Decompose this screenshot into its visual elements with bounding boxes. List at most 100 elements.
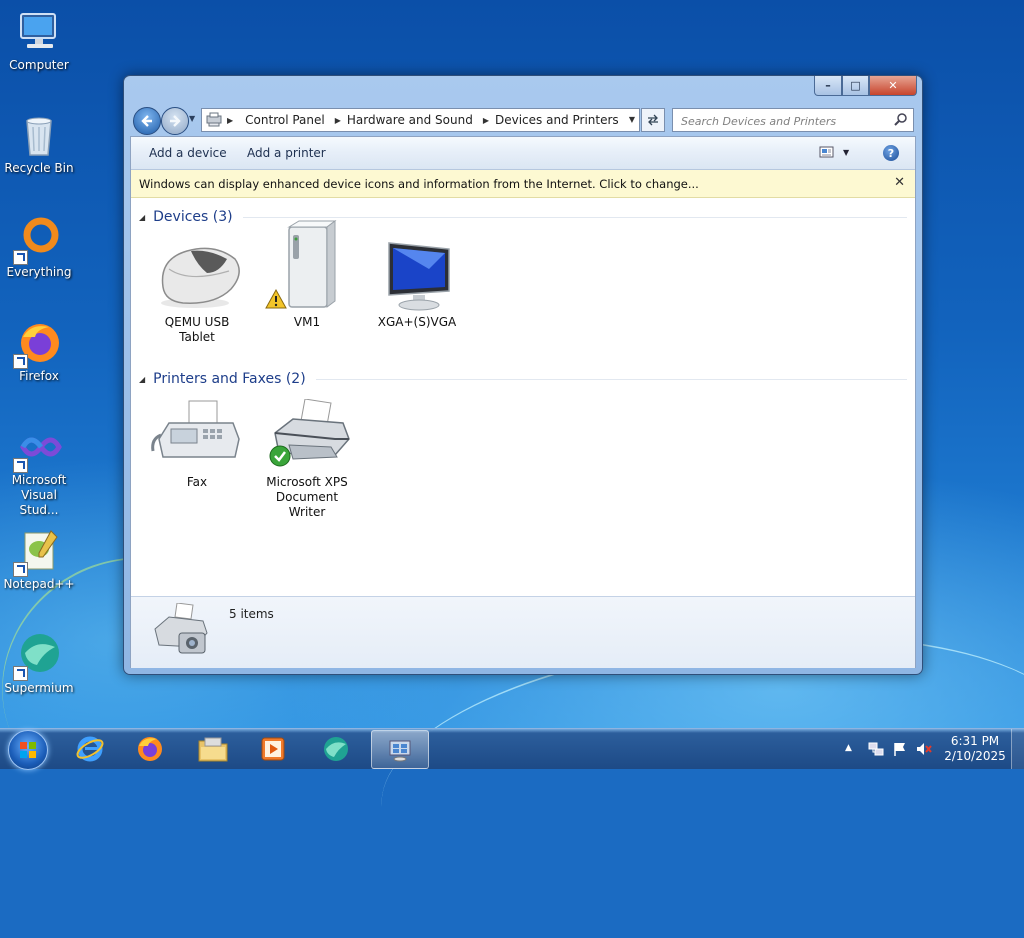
mouse-icon <box>149 239 245 311</box>
device-microsoft-xps-document-writer[interactable]: Microsoft XPS Document Writer <box>253 398 361 520</box>
everything-icon <box>13 215 63 265</box>
device-vm1[interactable]: VM1 <box>253 220 361 330</box>
address-bar[interactable]: ▶ Control Panel ▶ Hardware and Sound ▶ D… <box>201 108 640 132</box>
device-qemu-usb-tablet[interactable]: QEMU USB Tablet <box>143 239 251 345</box>
back-button[interactable] <box>133 107 161 135</box>
breadcrumb-hardware-and-sound[interactable]: Hardware and Sound <box>347 113 473 127</box>
desktop-icon-label: Firefox <box>19 369 59 383</box>
desktop-icon-everything[interactable]: Everything <box>2 215 76 280</box>
shortcut-arrow-icon <box>13 250 28 265</box>
refresh-button[interactable] <box>641 108 665 132</box>
details-pane: 5 items <box>131 596 915 668</box>
visual-studio-icon <box>13 423 63 473</box>
desktop-icon-label: Recycle Bin <box>4 161 74 175</box>
notepad-plus-plus-icon <box>13 527 63 577</box>
clock-date: 2/10/2025 <box>944 749 1006 763</box>
desktop-icon-notepad-plus-plus[interactable]: Notepad++ <box>2 527 76 592</box>
taskbar-file-explorer[interactable] <box>185 730 241 767</box>
help-button[interactable]: ? <box>883 145 899 161</box>
desktop-icon-firefox[interactable]: Firefox <box>2 319 76 384</box>
collapse-triangle-icon[interactable]: ◢ <box>139 375 145 384</box>
breadcrumb-control-panel[interactable]: Control Panel <box>245 113 325 127</box>
taskbar: ▲ 6:31 PM 2/10/2025 <box>0 728 1024 770</box>
breadcrumb-label: Control Panel <box>245 113 325 127</box>
address-dropdown-icon[interactable]: ▼ <box>629 115 635 124</box>
taskbar-internet-explorer[interactable] <box>62 730 118 767</box>
recycle-bin-icon <box>15 111 63 159</box>
search-input[interactable] <box>679 111 883 131</box>
taskbar-supermium[interactable] <box>308 730 364 767</box>
show-desktop-button[interactable] <box>1011 729 1024 769</box>
device-label: QEMU USB Tablet <box>164 315 230 344</box>
supermium-icon <box>324 736 348 761</box>
device-xga-svga[interactable]: XGA+(S)VGA <box>363 239 471 330</box>
clock-time: 6:31 PM <box>950 734 1000 748</box>
monitor-icon <box>369 239 465 311</box>
search-box[interactable] <box>672 108 914 132</box>
desktop-icon-supermium[interactable]: Supermium <box>2 631 76 696</box>
caption-buttons: – □ ✕ <box>814 76 917 96</box>
taskbar-devices-and-printers[interactable] <box>371 730 429 769</box>
devices-and-printers-icon <box>389 740 411 761</box>
change-view-button[interactable]: ▼ <box>819 145 849 159</box>
group-title: Printers and Faxes (2) <box>153 371 306 387</box>
navigation-bar: ▼ ▶ Control Panel ▶ Hardware and Sound ▶… <box>131 106 915 135</box>
collapse-triangle-icon[interactable]: ◢ <box>139 213 145 222</box>
shortcut-arrow-icon <box>13 354 28 369</box>
clock[interactable]: 6:31 PM 2/10/2025 <box>940 734 1010 764</box>
view-dropdown-icon[interactable]: ▼ <box>843 148 849 157</box>
desktop-icon-label: Computer <box>9 58 69 72</box>
devices-and-printers-icon <box>206 112 222 127</box>
warning-icon <box>265 288 287 313</box>
group-divider <box>315 378 907 380</box>
info-bar-close-button[interactable]: ✕ <box>894 175 905 190</box>
action-center-flag-icon[interactable] <box>892 741 908 757</box>
close-button[interactable]: ✕ <box>869 76 917 96</box>
printer-icon <box>259 398 355 471</box>
device-fax[interactable]: Fax <box>143 399 251 490</box>
firefox-icon <box>138 736 162 761</box>
breadcrumb-separator[interactable]: ▶ <box>483 116 495 125</box>
taskbar-media-player[interactable] <box>245 730 301 767</box>
desktop-icon-visual-studio[interactable]: Microsoft Visual Stud... <box>2 423 76 518</box>
network-icon[interactable] <box>868 741 884 757</box>
add-device-button[interactable]: Add a device <box>149 146 227 160</box>
file-explorer-icon <box>198 737 228 761</box>
desktop-icon-label: Notepad++ <box>3 577 75 591</box>
computer-icon <box>15 8 63 56</box>
breadcrumb-separator[interactable]: ▶ <box>335 116 347 125</box>
devices-and-printers-window: – □ ✕ ▼ ▶ Control Panel ▶ Hardware and S… <box>123 75 923 675</box>
breadcrumb-label: Devices and Printers <box>494 113 619 127</box>
taskbar-firefox[interactable] <box>122 730 178 767</box>
volume-muted-icon[interactable] <box>916 741 932 757</box>
group-header-devices[interactable]: ◢ Devices (3) <box>139 207 907 227</box>
desktop-icon-label: Microsoft Visual Stud... <box>11 473 67 517</box>
command-bar: Add a device Add a printer ▼ ? <box>131 137 915 170</box>
info-bar-text[interactable]: Windows can display enhanced device icon… <box>139 177 699 191</box>
group-divider <box>242 216 907 218</box>
desktop-icon-label: Everything <box>6 265 72 279</box>
add-printer-button[interactable]: Add a printer <box>247 146 326 160</box>
group-header-printers-and-faxes[interactable]: ◢ Printers and Faxes (2) <box>139 369 907 389</box>
forward-button[interactable] <box>161 107 189 135</box>
show-hidden-icons-button[interactable]: ▲ <box>845 743 861 759</box>
recent-pages-dropdown[interactable]: ▼ <box>189 114 195 123</box>
devices-and-printers-large-icon <box>149 602 213 664</box>
desktop-icon-computer[interactable]: Computer <box>2 8 76 73</box>
breadcrumb-devices-and-printers[interactable]: Devices and Printers <box>495 113 619 127</box>
maximize-button[interactable]: □ <box>842 76 869 96</box>
desktop-icon-label: Supermium <box>4 681 74 695</box>
media-player-icon <box>261 737 285 760</box>
desktop-icon-recycle-bin[interactable]: Recycle Bin <box>2 111 76 176</box>
shortcut-arrow-icon <box>13 458 28 473</box>
windows-logo-icon <box>20 742 36 758</box>
breadcrumb-separator[interactable]: ▶ <box>227 116 239 125</box>
start-button[interactable] <box>8 730 48 770</box>
info-bar[interactable]: Windows can display enhanced device icon… <box>131 170 915 198</box>
search-icon[interactable] <box>894 112 908 126</box>
default-printer-check-icon <box>269 445 291 471</box>
content-pane: Add a device Add a printer ▼ ? Windows c… <box>130 136 916 668</box>
notification-area: ▲ 6:31 PM 2/10/2025 <box>840 729 1024 769</box>
firefox-icon <box>13 319 63 369</box>
minimize-button[interactable]: – <box>814 76 842 96</box>
